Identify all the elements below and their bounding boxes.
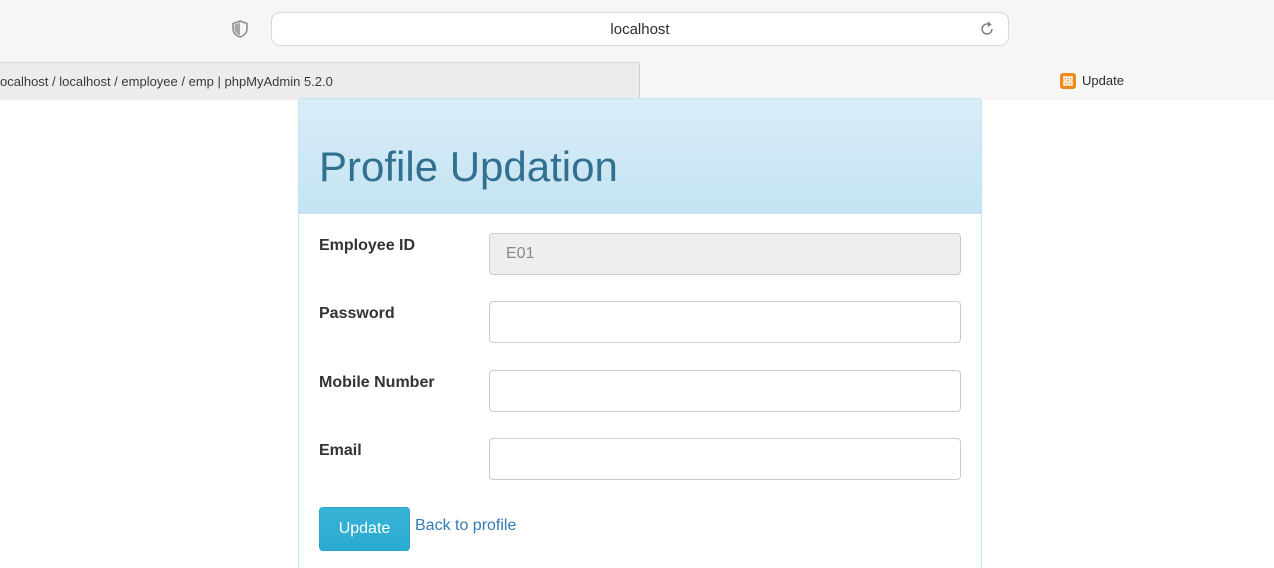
xampp-favicon-icon [1060,73,1076,89]
panel-heading: Profile Updation [299,99,981,214]
update-button[interactable]: Update [319,507,410,551]
email-field[interactable] [489,438,961,480]
password-field[interactable] [489,301,961,343]
employee-id-row: Employee ID E01 [319,233,963,277]
profile-update-panel: Profile Updation Employee ID E01 Passwor… [298,98,982,568]
email-row: Email [319,438,963,482]
browser-toolbar: localhost [0,0,1274,60]
address-bar[interactable]: localhost [271,12,1009,46]
address-bar-url: localhost [610,21,670,38]
employee-id-field: E01 [489,233,961,275]
tab-title: ocalhost / localhost / employee / emp | … [0,74,333,89]
tab-title: Update [1082,73,1124,88]
mobile-number-label: Mobile Number [319,374,435,391]
privacy-shield-icon[interactable] [232,20,248,38]
page-title: Profile Updation [319,143,618,190]
tab-update[interactable]: Update [641,60,1274,100]
tab-phpmyadmin[interactable]: ocalhost / localhost / employee / emp | … [0,62,640,100]
password-row: Password [319,301,963,345]
email-label: Email [319,442,362,459]
tab-bar: ocalhost / localhost / employee / emp | … [0,60,1274,100]
employee-id-label: Employee ID [319,237,416,254]
mobile-number-row: Mobile Number [319,370,963,414]
reload-icon[interactable] [978,20,996,38]
mobile-number-field[interactable] [489,370,961,412]
back-to-profile-link[interactable]: Back to profile [415,517,516,535]
password-label: Password [319,305,395,322]
